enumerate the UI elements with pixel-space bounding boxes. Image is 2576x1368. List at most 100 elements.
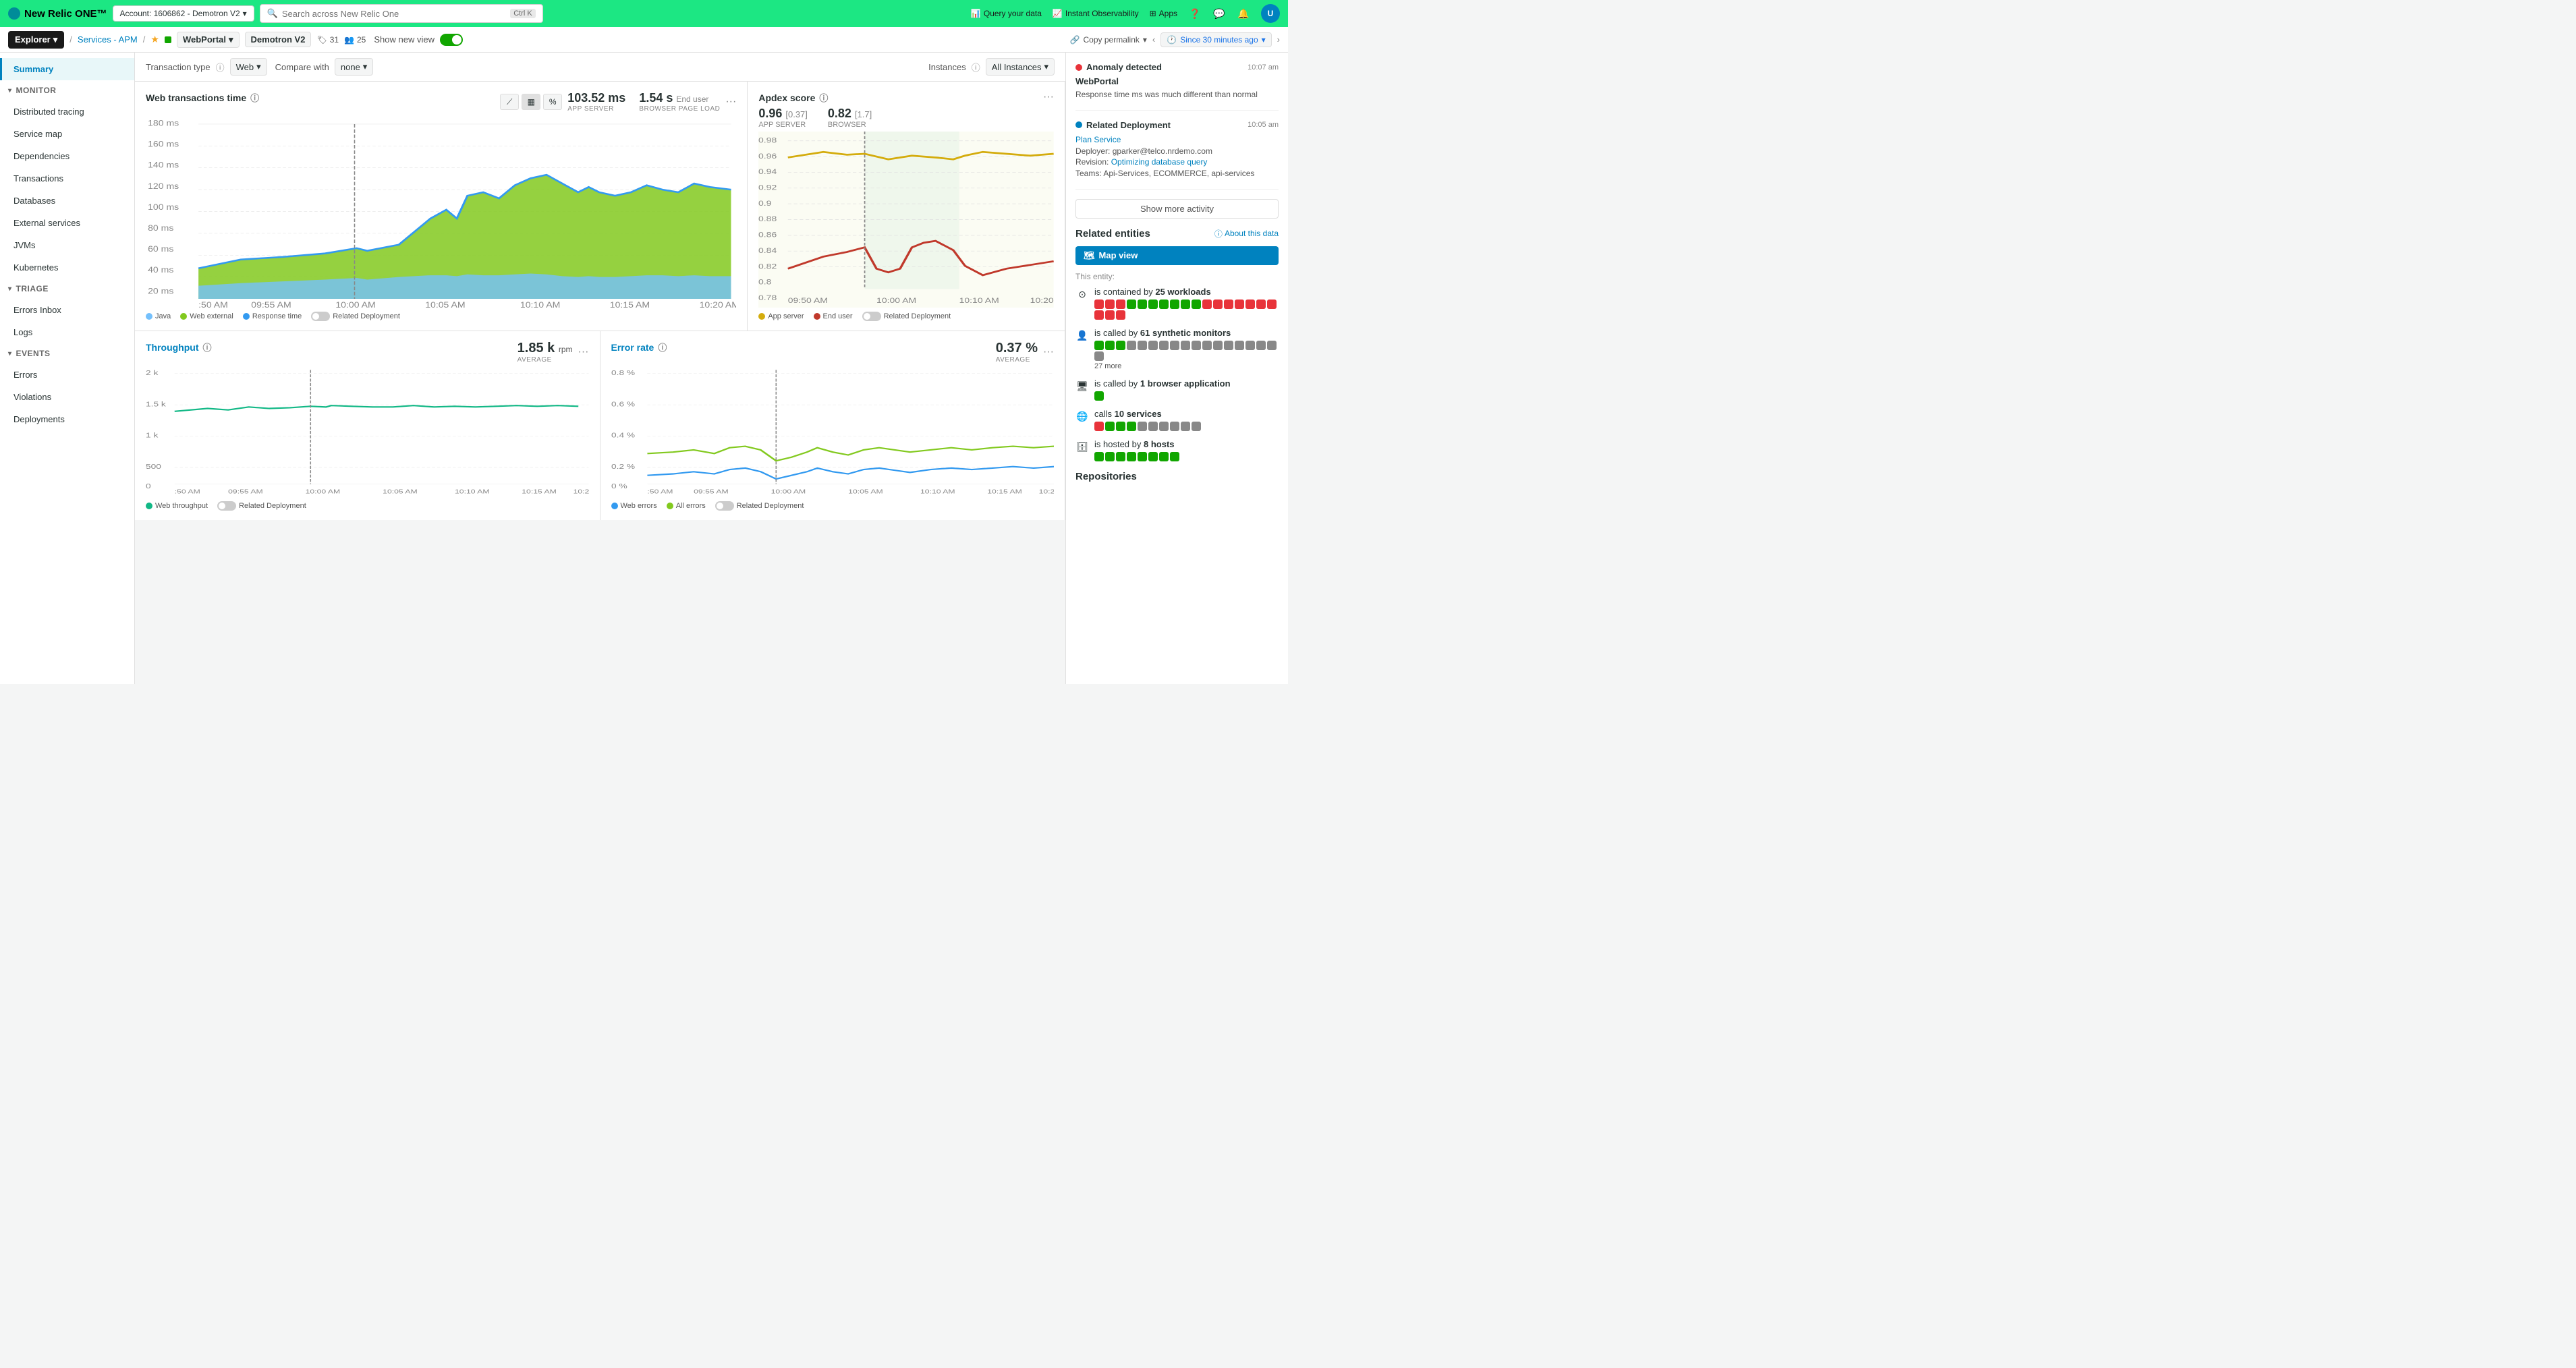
show-more-activity-button[interactable]: Show more activity [1075, 199, 1279, 219]
sidebar-item-summary[interactable]: Summary [0, 58, 134, 80]
deployment-revision: Revision: Optimizing database query [1075, 156, 1279, 168]
tags-badge[interactable]: 🏷 31 [316, 35, 339, 45]
compare-with-select[interactable]: none ▾ [335, 58, 373, 76]
account-selector[interactable]: Account: 1606862 - Demotron V2 ▾ [113, 5, 254, 22]
service-dot [1148, 422, 1158, 431]
sidebar-item-errors[interactable]: Errors [0, 364, 134, 386]
svg-text:09:50 AM: 09:50 AM [788, 297, 828, 305]
workload-dot [1224, 300, 1233, 309]
deployment-toggle-label: Related Deployment [333, 312, 400, 320]
svg-text:20 ms: 20 ms [148, 286, 173, 295]
sidebar-section-triage[interactable]: ▾ Triage [0, 279, 134, 299]
query-data-button[interactable]: 📊 Query your data [971, 9, 1042, 18]
bar-chart-btn[interactable]: ▦ [522, 94, 540, 110]
messages-button[interactable]: 💬 [1212, 7, 1226, 20]
sidebar-item-service-map[interactable]: Service map [0, 123, 134, 145]
transaction-type-select[interactable]: Web ▾ [230, 58, 267, 76]
apps-button[interactable]: ⊞ Apps [1150, 9, 1177, 18]
sidebar-item-dependencies[interactable]: Dependencies [0, 145, 134, 167]
throughput-deployment-toggle[interactable] [217, 501, 236, 511]
web-errors-color [611, 503, 618, 509]
svg-text:10:05 AM: 10:05 AM [383, 488, 418, 495]
sidebar-item-kubernetes[interactable]: Kubernetes [0, 256, 134, 279]
apdex-deployment-toggle[interactable] [862, 312, 881, 321]
throughput-more-icon[interactable]: ··· [578, 346, 589, 358]
error-rate-title-text: Error rate [611, 342, 654, 353]
transaction-type-label: Transaction type [146, 62, 211, 72]
legend-deployment-toggle[interactable]: Related Deployment [311, 312, 400, 321]
sidebar-item-databases[interactable]: Databases [0, 190, 134, 212]
svg-text:10:10 AM: 10:10 AM [959, 297, 999, 305]
error-deployment-toggle[interactable] [715, 501, 734, 511]
sidebar-item-external-services[interactable]: External services [0, 212, 134, 234]
sidebar-item-errors-inbox[interactable]: Errors Inbox [0, 299, 134, 321]
help-button[interactable]: ❓ [1188, 7, 1202, 20]
nav-arrow-right[interactable]: › [1277, 34, 1280, 45]
errors-inbox-label: Errors Inbox [13, 305, 61, 315]
teams-badge[interactable]: 👥 25 [344, 35, 366, 45]
svg-text:160 ms: 160 ms [148, 140, 179, 149]
app-server-legend-label: App server [768, 312, 804, 320]
chevron-down-icon: ▾ [8, 350, 12, 358]
time-label: Since 30 minutes ago [1180, 35, 1258, 45]
map-view-button[interactable]: 🗺 Map view [1075, 246, 1279, 265]
chart-more-icon[interactable]: ··· [725, 96, 736, 108]
services-icon: 🌐 [1075, 410, 1089, 424]
sidebar-item-distributed-tracing[interactable]: Distributed tracing [0, 101, 134, 123]
anomaly-time: 10:07 am [1248, 63, 1279, 72]
tags-count: 31 [330, 35, 339, 45]
chart-info-icon[interactable]: ⓘ [250, 91, 259, 104]
error-rate-more-icon[interactable]: ··· [1043, 346, 1054, 358]
sidebar-item-logs[interactable]: Logs [0, 321, 134, 343]
sidebar-section-monitor[interactable]: ▾ Monitor [0, 80, 134, 101]
sidebar-item-deployments[interactable]: Deployments [0, 408, 134, 430]
compare-with-group: Compare with none ▾ [275, 58, 374, 76]
favorite-star[interactable]: ★ [150, 34, 159, 45]
notifications-button[interactable]: 🔔 [1237, 7, 1250, 20]
workloads-icon: ⊙ [1075, 288, 1089, 302]
service-dot [1094, 422, 1104, 431]
service-selector[interactable]: WebPortal ▾ [177, 32, 240, 48]
percent-chart-btn[interactable]: % [543, 94, 562, 110]
svg-text:1 k: 1 k [146, 432, 158, 439]
workload-dot [1116, 310, 1125, 320]
show-new-view-toggle[interactable] [440, 34, 463, 46]
apdex-deployment-label: Related Deployment [884, 312, 951, 320]
throughput-info-icon[interactable]: ⓘ [203, 341, 212, 353]
global-search[interactable]: 🔍 Ctrl K [260, 4, 543, 23]
account-breadcrumb-selector[interactable]: Demotron V2 [245, 32, 312, 47]
apdex-more-icon[interactable]: ··· [1043, 91, 1054, 103]
svg-text:0.6 %: 0.6 % [611, 400, 636, 407]
copy-permalink-button[interactable]: 🔗 Copy permalink ▾ [1070, 35, 1147, 45]
web-transactions-controls: ⟋ ▦ % 103.52 ms APP SERVER 1.54 s End us… [500, 91, 736, 113]
legend-apdex-deployment[interactable]: Related Deployment [862, 312, 951, 321]
services-apm-breadcrumb[interactable]: Services - APM [78, 34, 138, 45]
legend-throughput-deployment[interactable]: Related Deployment [217, 501, 306, 511]
deployment-teams: Teams: Api-Services, ECOMMERCE, api-serv… [1075, 168, 1279, 179]
line-chart-btn[interactable]: ⟋ [500, 94, 519, 110]
user-avatar[interactable]: U [1261, 4, 1280, 23]
apdex-info-icon[interactable]: ⓘ [819, 91, 828, 104]
explorer-button[interactable]: Explorer ▾ [8, 31, 64, 49]
error-rate-info-icon[interactable]: ⓘ [658, 341, 667, 353]
sidebar-item-violations[interactable]: Violations [0, 386, 134, 408]
workload-dot [1159, 300, 1169, 309]
instant-observability-button[interactable]: 📈 Instant Observability [1053, 9, 1139, 18]
browser-dots [1094, 391, 1279, 401]
nav-arrow-left[interactable]: ‹ [1152, 34, 1155, 45]
search-input[interactable] [282, 9, 506, 19]
apdex-header: Apdex score ⓘ ··· [758, 91, 1054, 104]
about-data-link[interactable]: ⓘ About this data [1214, 228, 1279, 239]
deployment-toggle[interactable] [311, 312, 330, 321]
app-server-value: 103.52 ms [567, 91, 625, 105]
sidebar-item-jvms[interactable]: JVMs [0, 234, 134, 256]
plan-service-link[interactable]: Plan Service [1075, 135, 1121, 144]
sidebar-section-events[interactable]: ▾ Events [0, 343, 134, 364]
permalink-label: Copy permalink [1084, 35, 1140, 45]
legend-error-deployment[interactable]: Related Deployment [715, 501, 804, 511]
instances-select[interactable]: All Instances ▾ [986, 58, 1055, 76]
revision-link[interactable]: Optimizing database query [1111, 157, 1208, 167]
deployment-deployer: Deployer: gparker@telco.nrdemo.com [1075, 146, 1279, 157]
time-picker-button[interactable]: 🕐 Since 30 minutes ago ▾ [1160, 32, 1271, 47]
sidebar-item-transactions[interactable]: Transactions [0, 167, 134, 190]
